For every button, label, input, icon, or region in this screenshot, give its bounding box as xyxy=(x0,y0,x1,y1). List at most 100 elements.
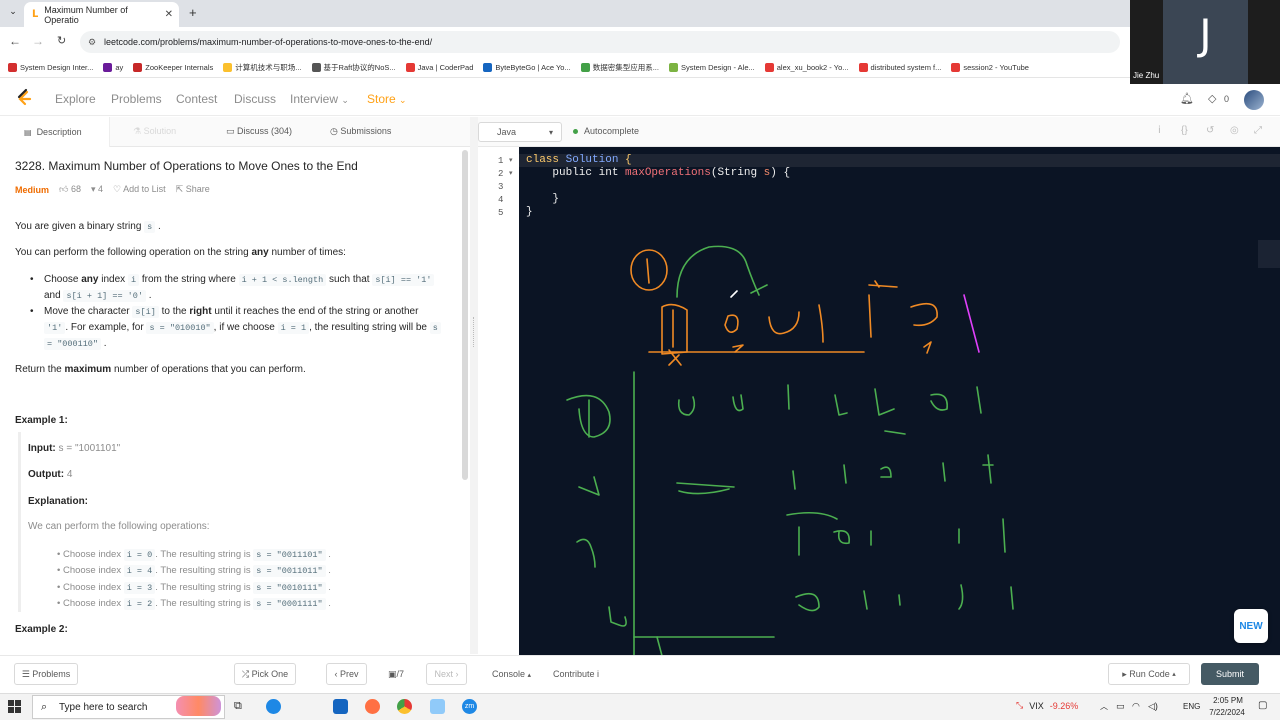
bookmark-item[interactable]: session2 - YouTube xyxy=(951,62,1029,72)
url-text: leetcode.com/problems/maximum-number-of-… xyxy=(104,37,433,47)
tab-discuss[interactable]: ▭ Discuss (304) xyxy=(226,126,292,137)
browser-tab[interactable]: ᒪ Maximum Number of Operatio ✕ xyxy=(24,2,179,27)
bell-icon[interactable]: 🔔︎ xyxy=(1180,92,1194,105)
avatar[interactable] xyxy=(1244,90,1264,110)
tab-solution[interactable]: ⚗ Solution xyxy=(133,126,176,137)
firefox-icon[interactable] xyxy=(365,699,380,714)
forward-icon[interactable]: → xyxy=(32,34,44,48)
operation-text: You can perform the following operation … xyxy=(15,247,346,258)
dislike-button[interactable]: ▾ 4 xyxy=(91,184,103,195)
fold-arrow-icon[interactable]: ▾ xyxy=(509,156,513,164)
book-icon: ▣ xyxy=(388,669,397,679)
bookmark-item[interactable]: System Design Inter... xyxy=(8,62,93,72)
new-badge[interactable]: NEW xyxy=(1234,609,1268,643)
problems-list-button[interactable]: ☰ Problems xyxy=(14,663,78,685)
stock-widget[interactable]: ⤡ VIX -9.26% xyxy=(1016,700,1078,711)
tab-list-chevron-icon[interactable]: ⌄ xyxy=(6,6,20,20)
page-indicator[interactable]: ▣/7 xyxy=(388,669,404,680)
example-1-output: Output: 4 xyxy=(28,469,73,480)
like-button[interactable]: 👍︎ 68 xyxy=(59,184,81,195)
intro-text: You are given a binary string s . xyxy=(15,221,161,233)
bookmark-item[interactable]: 基于Raft协议的NoS... xyxy=(311,62,396,73)
back-icon[interactable]: ← xyxy=(9,34,21,48)
editor-side-icon[interactable] xyxy=(1258,240,1280,268)
info-icon[interactable]: ⅰ xyxy=(1158,125,1161,136)
tray-chevron-icon[interactable]: ︿ xyxy=(1100,701,1108,712)
store-icon[interactable] xyxy=(333,699,348,714)
nav-contest[interactable]: Contest xyxy=(176,92,217,106)
nav-explore[interactable]: Explore xyxy=(55,92,96,106)
console-toggle[interactable]: Console ▴ xyxy=(492,669,531,679)
nav-store[interactable]: Store ⌄ xyxy=(367,92,407,106)
contribute-link[interactable]: Contribute i xyxy=(553,669,599,679)
fold-arrow-icon[interactable]: ▾ xyxy=(509,169,513,177)
clock-date[interactable]: 7/22/2024 xyxy=(1204,708,1250,717)
panel-resize-handle[interactable] xyxy=(470,117,478,654)
nav-discuss[interactable]: Discuss xyxy=(234,92,276,106)
thumbs-up-icon: 👍︎ xyxy=(59,184,69,194)
next-button[interactable]: Next › xyxy=(426,663,467,685)
close-tab-icon[interactable]: ✕ xyxy=(165,9,173,20)
clock-time[interactable]: 2:05 PM xyxy=(1208,696,1248,705)
battery-icon[interactable]: ▭ xyxy=(1116,701,1125,712)
bookmark-item[interactable]: 计算机技术与职场... xyxy=(223,62,302,73)
bookmark-favicon-icon xyxy=(223,62,233,72)
bookmark-item[interactable]: distributed system f... xyxy=(858,62,941,72)
nav-problems[interactable]: Problems xyxy=(111,92,162,106)
bookmark-favicon-icon xyxy=(133,62,143,72)
bookmark-item[interactable]: 数据密集型应用系... xyxy=(580,62,659,73)
new-tab-button[interactable]: + xyxy=(189,5,197,20)
windows-start-icon[interactable] xyxy=(8,700,21,713)
braces-icon[interactable]: {} xyxy=(1181,125,1188,136)
bookmark-item[interactable]: ay xyxy=(103,62,123,72)
submit-button[interactable]: Submit xyxy=(1201,663,1259,685)
add-to-list-button[interactable]: ♡ Add to List xyxy=(113,184,166,195)
bullet-1: • Choose any index i from the string whe… xyxy=(30,272,450,304)
settings-icon[interactable]: ◎ xyxy=(1230,125,1239,136)
tab-submissions[interactable]: ◷ Submissions xyxy=(330,126,391,137)
description-scrollbar[interactable] xyxy=(462,150,468,480)
volume-icon[interactable]: ◁) xyxy=(1148,701,1158,712)
reload-icon[interactable]: ↻ xyxy=(57,34,66,47)
fullscreen-icon[interactable]: ⤢ xyxy=(1254,125,1262,136)
explanation-step: • Choose index i = 3. The resulting stri… xyxy=(57,581,331,594)
line-number: 2 xyxy=(498,169,504,179)
language-select[interactable]: Java ▾ xyxy=(478,122,562,142)
site-info-icon[interactable]: ⚙ xyxy=(88,37,96,48)
bookmark-item[interactable]: ByteByteGo | Ace Yo... xyxy=(483,62,571,72)
problem-title: 3228. Maximum Number of Operations to Mo… xyxy=(15,159,358,173)
chevron-left-icon: ‹ xyxy=(334,669,338,679)
explanation-step: • Choose index i = 4. The resulting stri… xyxy=(57,565,331,578)
clock-icon: ◷ xyxy=(330,126,338,136)
bookmark-favicon-icon xyxy=(483,62,493,72)
autocomplete-toggle[interactable]: Autocomplete xyxy=(573,126,639,136)
bookmarks-bar: System Design Inter... ay ZooKeeper Intern… xyxy=(0,57,1130,78)
bookmark-item[interactable]: System Design - Ale... xyxy=(668,62,755,72)
play-icon: ▸ xyxy=(1122,668,1127,679)
prev-button[interactable]: ‹ Prev xyxy=(326,663,367,685)
notification-center-icon[interactable]: ▢ xyxy=(1258,700,1267,711)
fire-icon[interactable]: ◇ xyxy=(1208,92,1216,105)
bookmark-item[interactable]: alex_xu_book2 - Yo... xyxy=(764,62,849,72)
pick-one-button[interactable]: ⤮ Pick One xyxy=(234,663,296,685)
leetcode-logo[interactable] xyxy=(14,88,34,108)
task-view-icon[interactable]: ⧉ xyxy=(234,700,242,713)
edge-icon[interactable] xyxy=(266,699,281,714)
language-indicator[interactable]: ENG xyxy=(1183,702,1200,711)
chrome-icon[interactable] xyxy=(397,699,412,714)
search-highlight-icon[interactable] xyxy=(176,696,221,716)
handwritten-annotations xyxy=(566,245,1014,655)
search-icon: ⌕ xyxy=(41,700,48,713)
bookmark-item[interactable]: Java | CoderPad xyxy=(405,62,473,72)
url-input[interactable]: ⚙ leetcode.com/problems/maximum-number-o… xyxy=(80,31,1120,53)
notepad-icon[interactable] xyxy=(430,699,445,714)
share-button[interactable]: ⇱ Share xyxy=(176,184,210,195)
reset-icon[interactable]: ↺ xyxy=(1206,125,1214,136)
bookmark-item[interactable]: ZooKeeper Internals xyxy=(133,62,213,72)
run-code-button[interactable]: ▸ Run Code ▴ xyxy=(1108,663,1190,685)
tab-description[interactable]: ▤ Description xyxy=(0,117,110,147)
network-icon[interactable]: ◠ xyxy=(1132,701,1140,712)
example-1-input: Input: s = "1001101" xyxy=(28,443,121,454)
zoom-icon[interactable]: zm xyxy=(462,699,477,714)
nav-interview[interactable]: Interview ⌄ xyxy=(290,92,349,106)
